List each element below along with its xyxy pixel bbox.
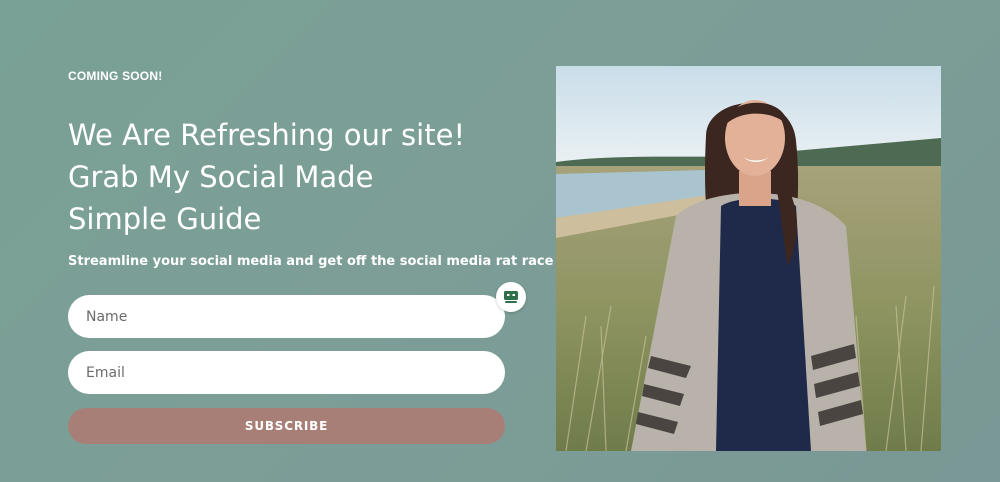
subtitle: Streamline your social media and get off… [68, 254, 554, 269]
headline-line-3: Simple Guide [68, 202, 262, 236]
email-field[interactable] [68, 351, 505, 394]
name-field[interactable] [68, 295, 505, 338]
password-manager-glyph [504, 291, 518, 303]
headline-line-2: Grab My Social Made [68, 160, 374, 194]
headline-line-1: We Are Refreshing our site! [68, 118, 466, 152]
password-manager-icon[interactable] [496, 282, 526, 312]
hero-photo [556, 66, 941, 451]
eyebrow-label: COMING SOON! [68, 69, 163, 83]
subscribe-button[interactable]: SUBSCRIBE [68, 408, 505, 444]
page-title: We Are Refreshing our site! Grab My Soci… [68, 114, 508, 240]
